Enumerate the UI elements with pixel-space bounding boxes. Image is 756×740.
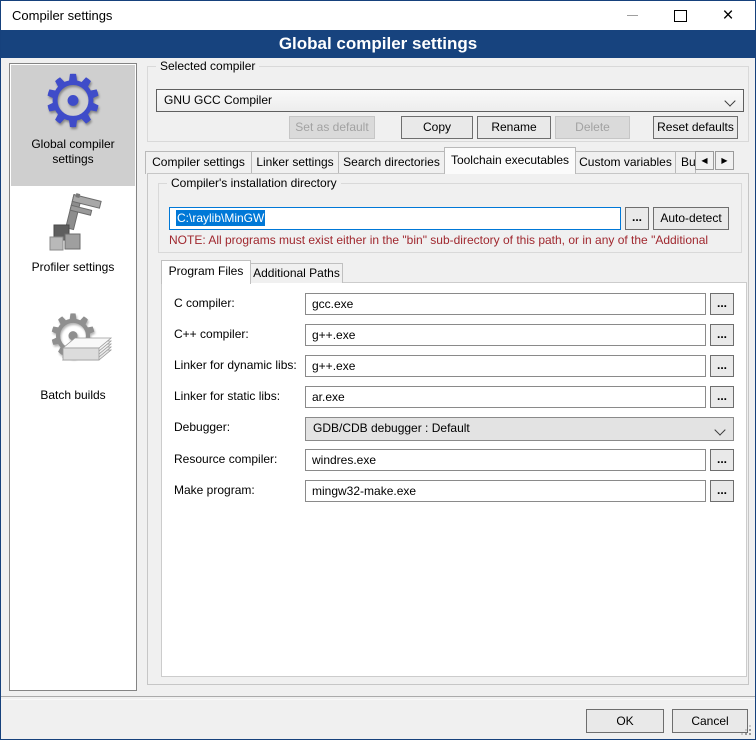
tab-search-directories[interactable]: Search directories [338, 151, 445, 174]
close-icon: × [722, 6, 733, 25]
field-label: Linker for dynamic libs: [174, 358, 297, 372]
field-label: C compiler: [174, 296, 235, 310]
resource-compiler-input[interactable]: windres.exe [305, 449, 706, 471]
sidebar-item-batch-builds[interactable]: ⚙ Batch builds [11, 300, 135, 412]
dynamic-linker-input[interactable]: g++.exe [305, 355, 706, 377]
blue-gear-icon: ⚙ [41, 70, 106, 134]
installation-directory-group: Compiler's installation directory C:\ray… [158, 183, 742, 253]
field-label: Resource compiler: [174, 452, 277, 466]
set-as-default-button[interactable]: Set as default [289, 116, 375, 139]
resize-grip[interactable] [740, 724, 752, 736]
selected-compiler-group-title: Selected compiler [156, 59, 259, 73]
c-compiler-input[interactable]: gcc.exe [305, 293, 706, 315]
tab-linker-settings[interactable]: Linker settings [251, 151, 339, 174]
subtab-program-files[interactable]: Program Files [161, 260, 251, 284]
sidebar-item-label: Batch builds [38, 386, 107, 407]
paper-stack-icon [61, 334, 113, 364]
selected-compiler-group: Selected compiler GNU GCC Compiler Set a… [147, 66, 749, 142]
field-label: Make program: [174, 483, 255, 497]
compiler-settings-dialog: Compiler settings × Global compiler sett… [0, 0, 756, 740]
chevron-down-icon [724, 95, 735, 106]
titlebar: Compiler settings × [1, 1, 755, 30]
tab-scroll-right-button[interactable]: ▶ [715, 151, 734, 170]
maximize-icon [674, 10, 687, 22]
minimize-button[interactable] [609, 1, 655, 30]
chevron-down-icon [714, 424, 725, 435]
field-label: Linker for static libs: [174, 389, 280, 403]
settings-category-list: ⚙ Global compiler settings [9, 63, 137, 691]
ok-button[interactable]: OK [586, 709, 664, 733]
compiler-select[interactable]: GNU GCC Compiler [156, 89, 744, 112]
subtab-additional-paths[interactable]: Additional Paths [250, 263, 343, 283]
reset-defaults-button[interactable]: Reset defaults [653, 116, 738, 139]
installation-directory-value: C:\raylib\MinGW [176, 210, 265, 226]
sidebar-item-label: Profiler settings [30, 258, 117, 279]
delete-button[interactable]: Delete [555, 116, 630, 139]
debugger-select-value: GDB/CDB debugger : Default [313, 421, 470, 435]
footer-divider [1, 696, 755, 700]
cpp-compiler-input[interactable]: g++.exe [305, 324, 706, 346]
installation-directory-input[interactable]: C:\raylib\MinGW [169, 207, 621, 230]
debugger-select[interactable]: GDB/CDB debugger : Default [305, 417, 734, 441]
browse-static-linker-button[interactable]: ... [710, 386, 734, 408]
compiler-select-value: GNU GCC Compiler [164, 93, 272, 107]
caliper-icon [42, 193, 104, 257]
tab-build-options[interactable]: Build options [675, 151, 696, 174]
window-title: Compiler settings [12, 8, 112, 23]
browse-directory-button[interactable]: ... [625, 207, 649, 230]
program-files-page: C compiler: gcc.exe ... C++ compiler: g+… [161, 282, 747, 677]
close-button[interactable]: × [705, 1, 751, 30]
cancel-button[interactable]: Cancel [672, 709, 748, 733]
scroll-left-icon: ◀ [701, 156, 707, 165]
static-linker-input[interactable]: ar.exe [305, 386, 706, 408]
auto-detect-button[interactable]: Auto-detect [653, 207, 729, 230]
copy-button[interactable]: Copy [401, 116, 473, 139]
sidebar-item-global-compiler-settings[interactable]: ⚙ Global compiler settings [11, 65, 135, 186]
make-program-input[interactable]: mingw32-make.exe [305, 480, 706, 502]
bin-subdirectory-note: NOTE: All programs must exist either in … [169, 233, 739, 247]
toolchain-executables-page: Compiler's installation directory C:\ray… [147, 173, 749, 685]
installation-directory-group-title: Compiler's installation directory [167, 176, 341, 190]
browse-resource-compiler-button[interactable]: ... [710, 449, 734, 471]
page-title: Global compiler settings [1, 30, 755, 58]
tab-scroll-left-button[interactable]: ◀ [695, 151, 714, 170]
field-label: C++ compiler: [174, 327, 249, 341]
sidebar-item-profiler-settings[interactable]: Profiler settings [11, 190, 135, 294]
tab-compiler-settings[interactable]: Compiler settings [145, 151, 252, 174]
field-label: Debugger: [174, 420, 230, 434]
browse-dynamic-linker-button[interactable]: ... [710, 355, 734, 377]
minimize-icon [627, 15, 638, 16]
browse-cpp-compiler-button[interactable]: ... [710, 324, 734, 346]
tab-custom-variables[interactable]: Custom variables [575, 151, 676, 174]
maximize-button[interactable] [657, 1, 703, 30]
tab-toolchain-executables[interactable]: Toolchain executables [444, 147, 576, 174]
browse-make-program-button[interactable]: ... [710, 480, 734, 502]
browse-c-compiler-button[interactable]: ... [710, 293, 734, 315]
rename-button[interactable]: Rename [477, 116, 551, 139]
scroll-right-icon: ▶ [721, 156, 727, 165]
